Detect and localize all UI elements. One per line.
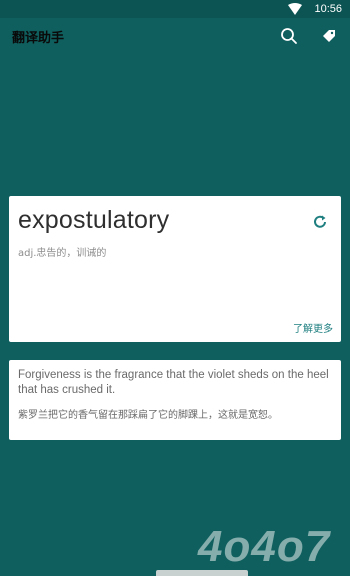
wifi-icon [288,3,303,15]
word-title: expostulatory [18,206,170,234]
quote-card: Forgiveness is the fragrance that the vi… [9,360,341,440]
bottom-handle[interactable] [156,570,248,576]
app-title: 翻译助手 [12,31,65,46]
watermark-logo: 4o4o7 [198,522,331,571]
quote-english: Forgiveness is the fragrance that the vi… [18,369,329,396]
word-card: expostulatory adj.忠告的，训诫的 了解更多 [9,196,341,342]
tag-button[interactable] [318,25,340,47]
status-time: 10:56 [314,3,342,15]
word-definition: adj.忠告的，训诫的 [18,248,107,259]
search-button[interactable] [278,25,300,47]
search-icon [281,28,297,44]
quote-chinese: 紫罗兰把它的香气留在那踩扁了它的脚踝上，这就是宽恕。 [18,410,278,421]
refresh-icon[interactable] [311,213,329,231]
more-link[interactable]: 了解更多 [293,320,333,335]
app-bar: 翻译助手 [0,18,350,56]
tag-icon [323,30,335,42]
status-bar: 10:56 [0,0,350,18]
